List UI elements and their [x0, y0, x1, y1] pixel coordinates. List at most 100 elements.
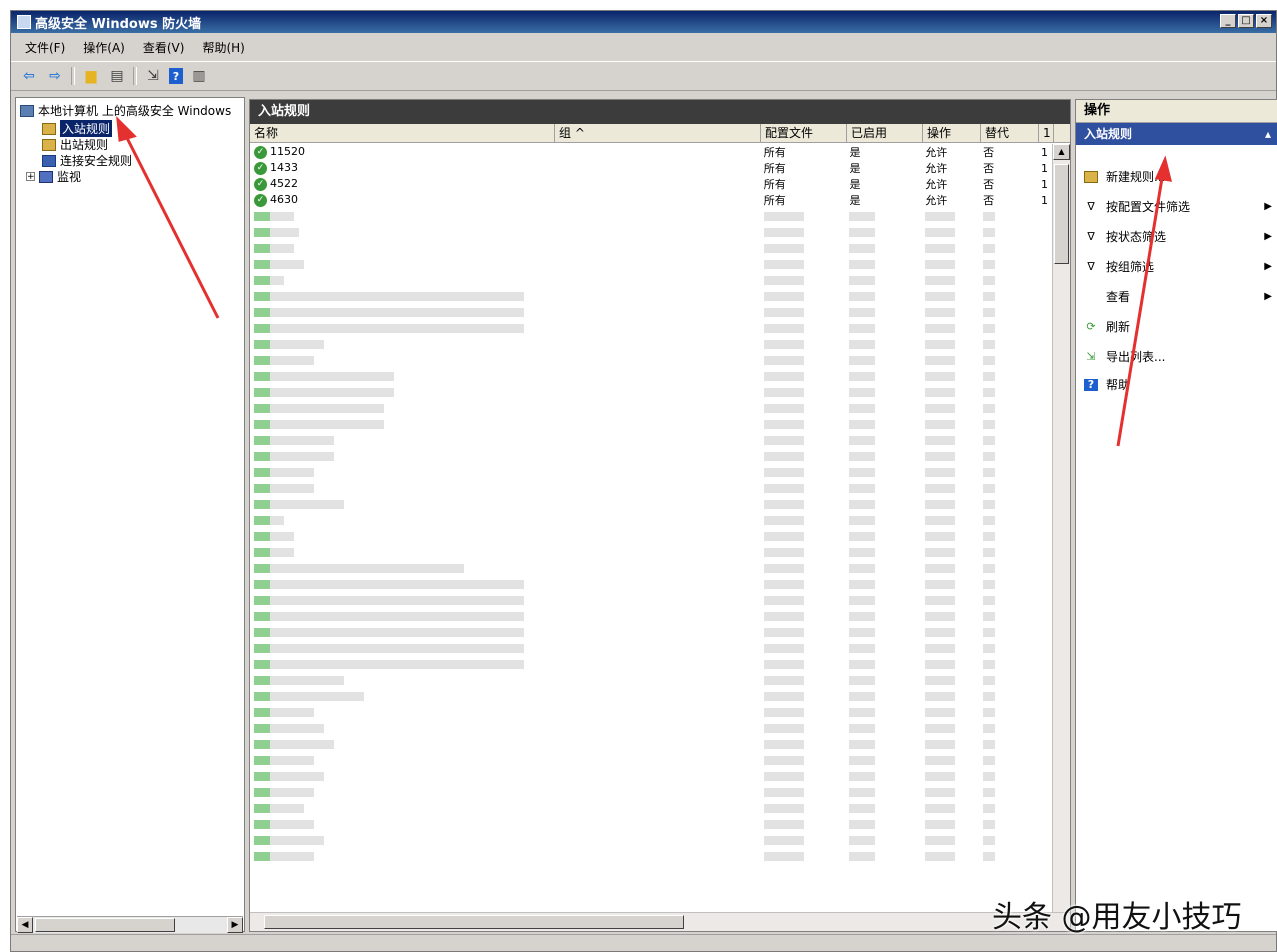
table-row-obscured[interactable]: [250, 832, 1052, 848]
table-row-obscured[interactable]: [250, 384, 1052, 400]
table-row-obscured[interactable]: [250, 480, 1052, 496]
table-row-obscured[interactable]: [250, 624, 1052, 640]
table-row-obscured[interactable]: [250, 256, 1052, 272]
col-more[interactable]: 1: [1039, 124, 1054, 142]
action-item-0[interactable]: 新建规则...: [1084, 168, 1272, 185]
table-row-obscured[interactable]: [250, 672, 1052, 688]
col-group[interactable]: 组 ^: [555, 124, 761, 142]
table-row-obscured[interactable]: [250, 576, 1052, 592]
menu-file[interactable]: 文件(F): [25, 39, 65, 56]
tree-item-connection-security[interactable]: 连接安全规则: [42, 152, 132, 169]
tree-item-monitoring[interactable]: + 监视: [26, 168, 81, 185]
table-row-obscured[interactable]: [250, 336, 1052, 352]
up-folder-icon[interactable]: ▆: [81, 66, 101, 86]
action-item-2[interactable]: ∇ 按状态筛选 ▶: [1084, 228, 1272, 245]
table-row-obscured[interactable]: [250, 688, 1052, 704]
export-icon: ⇲: [1086, 349, 1096, 363]
list-vertical-scrollbar[interactable]: ▲: [1052, 144, 1070, 913]
table-row-obscured[interactable]: [250, 800, 1052, 816]
cell-obscured: [250, 530, 554, 543]
table-row-obscured[interactable]: [250, 768, 1052, 784]
table-row[interactable]: ✓ 4630 所有 是 允许 否 1: [250, 192, 1052, 208]
scroll-up-icon[interactable]: ▲: [1053, 144, 1070, 160]
blur-block: [983, 356, 996, 365]
table-row-obscured[interactable]: [250, 208, 1052, 224]
table-row-obscured[interactable]: [250, 416, 1052, 432]
minimize-button[interactable]: _: [1220, 14, 1236, 28]
back-arrow-icon[interactable]: ⇦: [19, 66, 39, 86]
table-row-obscured[interactable]: [250, 320, 1052, 336]
scroll-right-icon[interactable]: ▶: [227, 917, 243, 933]
list-horizontal-scrollbar[interactable]: [250, 912, 1070, 931]
action-item-1[interactable]: ∇ 按配置文件筛选 ▶: [1084, 198, 1272, 215]
cell-name: ✓ 4630: [250, 193, 554, 207]
table-row-obscured[interactable]: [250, 240, 1052, 256]
table-row-obscured[interactable]: [250, 608, 1052, 624]
table-row-obscured[interactable]: [250, 352, 1052, 368]
table-row-obscured[interactable]: [250, 736, 1052, 752]
help-icon[interactable]: ?: [169, 68, 183, 84]
col-enabled[interactable]: 已启用: [847, 124, 923, 142]
tree-item-inbound-rules[interactable]: 入站规则: [42, 120, 113, 137]
table-row[interactable]: ✓ 11520 所有 是 允许 否 1: [250, 144, 1052, 160]
table-row-obscured[interactable]: [250, 272, 1052, 288]
cell-obscured: [845, 530, 921, 543]
action-item-5[interactable]: ⟳ 刷新: [1084, 318, 1272, 335]
scroll-thumb[interactable]: [264, 915, 684, 929]
table-row-obscured[interactable]: [250, 656, 1052, 672]
actions-section-inbound[interactable]: 入站规则 ▴: [1076, 123, 1277, 145]
menu-help[interactable]: 帮助(H): [202, 39, 244, 56]
col-action[interactable]: 操作: [923, 124, 981, 142]
expand-icon[interactable]: +: [26, 172, 35, 182]
table-row-obscured[interactable]: [250, 448, 1052, 464]
export-list-icon[interactable]: ⇲: [143, 66, 163, 86]
cell-obscured: [845, 770, 921, 783]
close-button[interactable]: ×: [1256, 14, 1272, 28]
table-row-obscured[interactable]: [250, 496, 1052, 512]
table-row-obscured[interactable]: [250, 224, 1052, 240]
table-row-obscured[interactable]: [250, 304, 1052, 320]
action-item-4[interactable]: 查看 ▶: [1084, 288, 1272, 305]
tree-item-outbound-rules[interactable]: 出站规则: [42, 136, 108, 153]
table-row-obscured[interactable]: [250, 544, 1052, 560]
col-override[interactable]: 替代: [981, 124, 1039, 142]
table-row-obscured[interactable]: [250, 560, 1052, 576]
table-row-obscured[interactable]: [250, 368, 1052, 384]
scroll-left-icon[interactable]: ◀: [17, 917, 33, 933]
table-row-obscured[interactable]: [250, 512, 1052, 528]
table-row-obscured[interactable]: [250, 288, 1052, 304]
table-row[interactable]: ✓ 4522 所有 是 允许 否 1: [250, 176, 1052, 192]
table-row-obscured[interactable]: [250, 640, 1052, 656]
table-row-obscured[interactable]: [250, 464, 1052, 480]
scroll-thumb[interactable]: [1054, 164, 1069, 264]
cell-obscured: [845, 818, 921, 831]
table-row-obscured[interactable]: [250, 528, 1052, 544]
table-row-obscured[interactable]: [250, 784, 1052, 800]
col-profile[interactable]: 配置文件: [761, 124, 847, 142]
action-item-3[interactable]: ∇ 按组筛选 ▶: [1084, 258, 1272, 275]
table-row-obscured[interactable]: [250, 720, 1052, 736]
scroll-thumb[interactable]: [35, 918, 175, 932]
maximize-button[interactable]: □: [1238, 14, 1254, 28]
tree-root[interactable]: 本地计算机 上的高级安全 Windows: [20, 102, 231, 119]
table-row[interactable]: ✓ 1433 所有 是 允许 否 1: [250, 160, 1052, 176]
table-row-obscured[interactable]: [250, 752, 1052, 768]
collapse-icon[interactable]: ▴: [1265, 123, 1271, 145]
menu-view[interactable]: 查看(V): [143, 39, 185, 56]
table-row-obscured[interactable]: [250, 704, 1052, 720]
connection-security-icon: [42, 154, 56, 167]
action-item-6[interactable]: ⇲ 导出列表...: [1084, 348, 1272, 365]
action-item-7[interactable]: ? 帮助: [1084, 376, 1272, 393]
col-name[interactable]: 名称: [250, 124, 555, 142]
tree-horizontal-scrollbar[interactable]: ◀ ▶: [17, 916, 243, 933]
menu-action[interactable]: 操作(A): [83, 39, 125, 56]
cell-obscured: [760, 722, 846, 735]
table-row-obscured[interactable]: [250, 848, 1052, 864]
show-hide-tree-icon[interactable]: ▤: [107, 66, 127, 86]
table-row-obscured[interactable]: [250, 592, 1052, 608]
table-row-obscured[interactable]: [250, 400, 1052, 416]
table-row-obscured[interactable]: [250, 816, 1052, 832]
forward-arrow-icon[interactable]: ⇨: [45, 66, 65, 86]
show-hide-action-pane-icon[interactable]: ▥: [189, 66, 209, 86]
table-row-obscured[interactable]: [250, 432, 1052, 448]
